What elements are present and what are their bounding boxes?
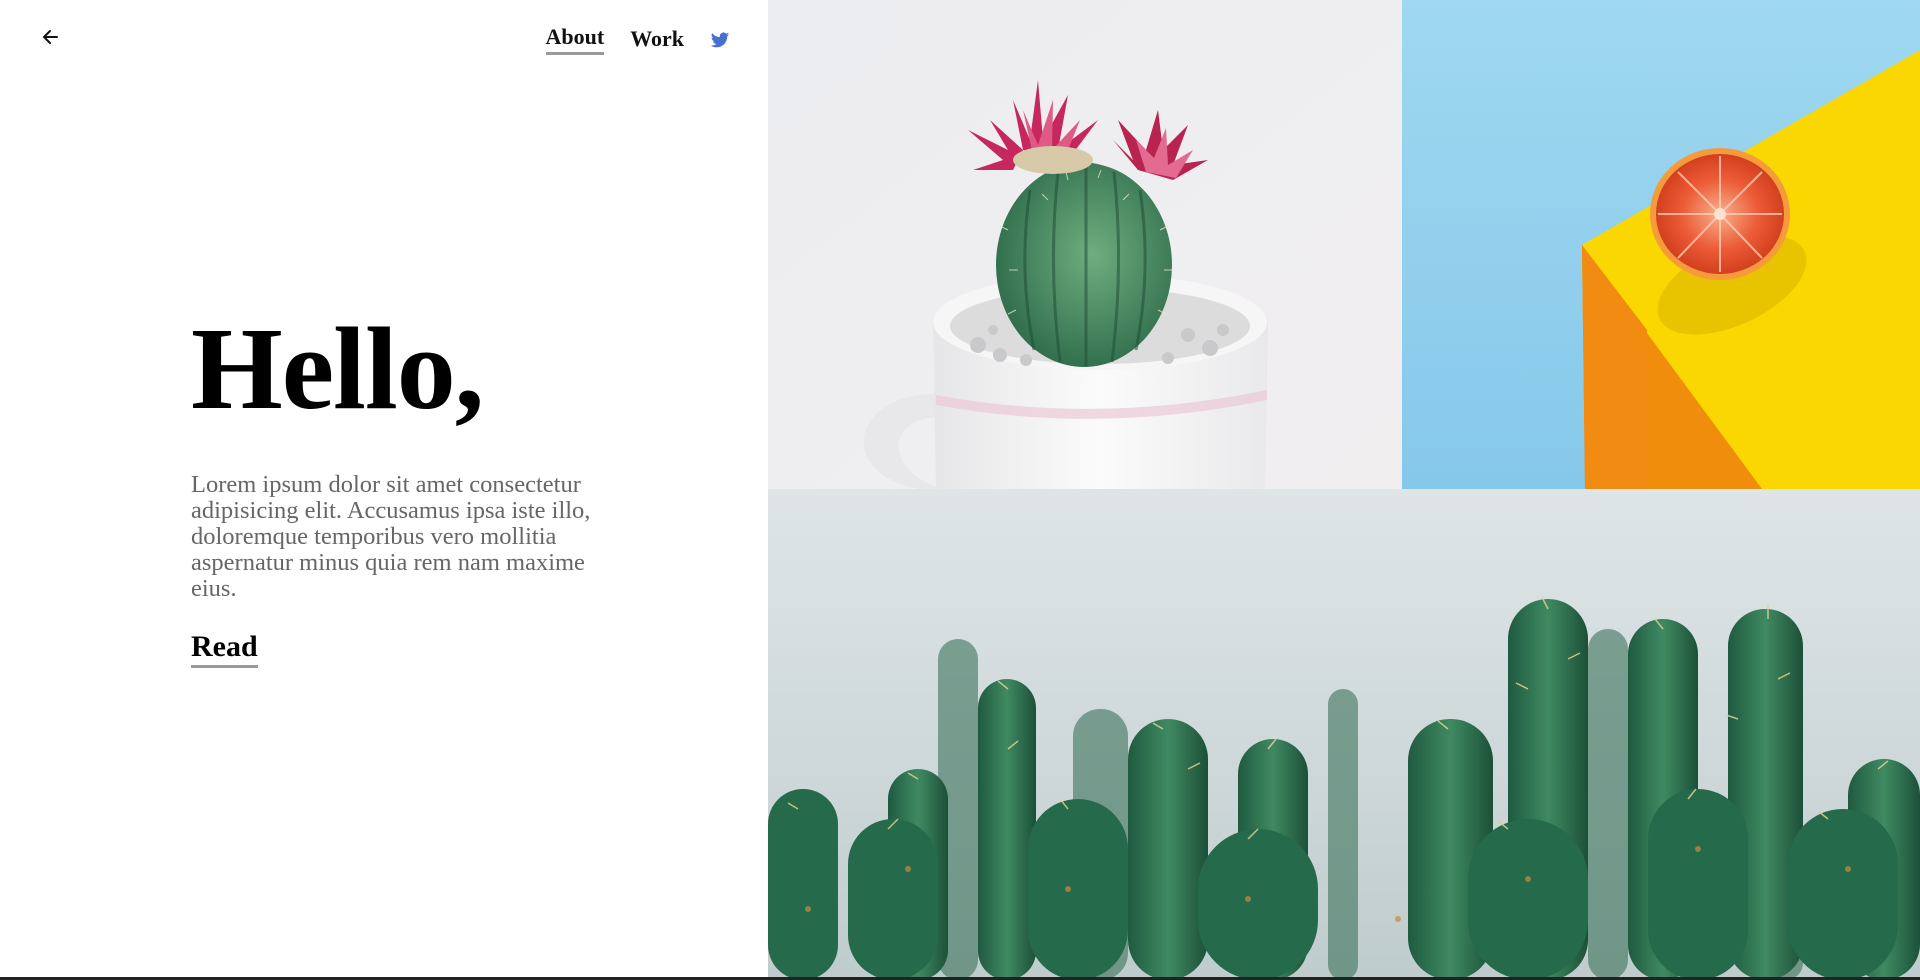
intro-panel: About Work Hello, Lorem ipsum dolor sit … bbox=[0, 0, 768, 980]
nav-link-work[interactable]: Work bbox=[630, 26, 684, 54]
read-link[interactable]: Read bbox=[191, 630, 258, 668]
twitter-icon[interactable] bbox=[710, 30, 730, 50]
hero-body: Lorem ipsum dolor sit amet consectetur a… bbox=[191, 471, 591, 602]
cactus-mug-image bbox=[768, 0, 1402, 489]
hero: Hello, Lorem ipsum dolor sit amet consec… bbox=[191, 310, 611, 668]
nav-link-about[interactable]: About bbox=[545, 24, 605, 55]
grapefruit-cube-image bbox=[1402, 0, 1920, 489]
hero-title: Hello, bbox=[191, 303, 484, 434]
top-nav: About Work bbox=[545, 24, 730, 55]
cacti-row-image bbox=[768, 489, 1920, 980]
photo-gallery bbox=[768, 0, 1920, 980]
back-arrow-icon[interactable] bbox=[38, 26, 62, 48]
